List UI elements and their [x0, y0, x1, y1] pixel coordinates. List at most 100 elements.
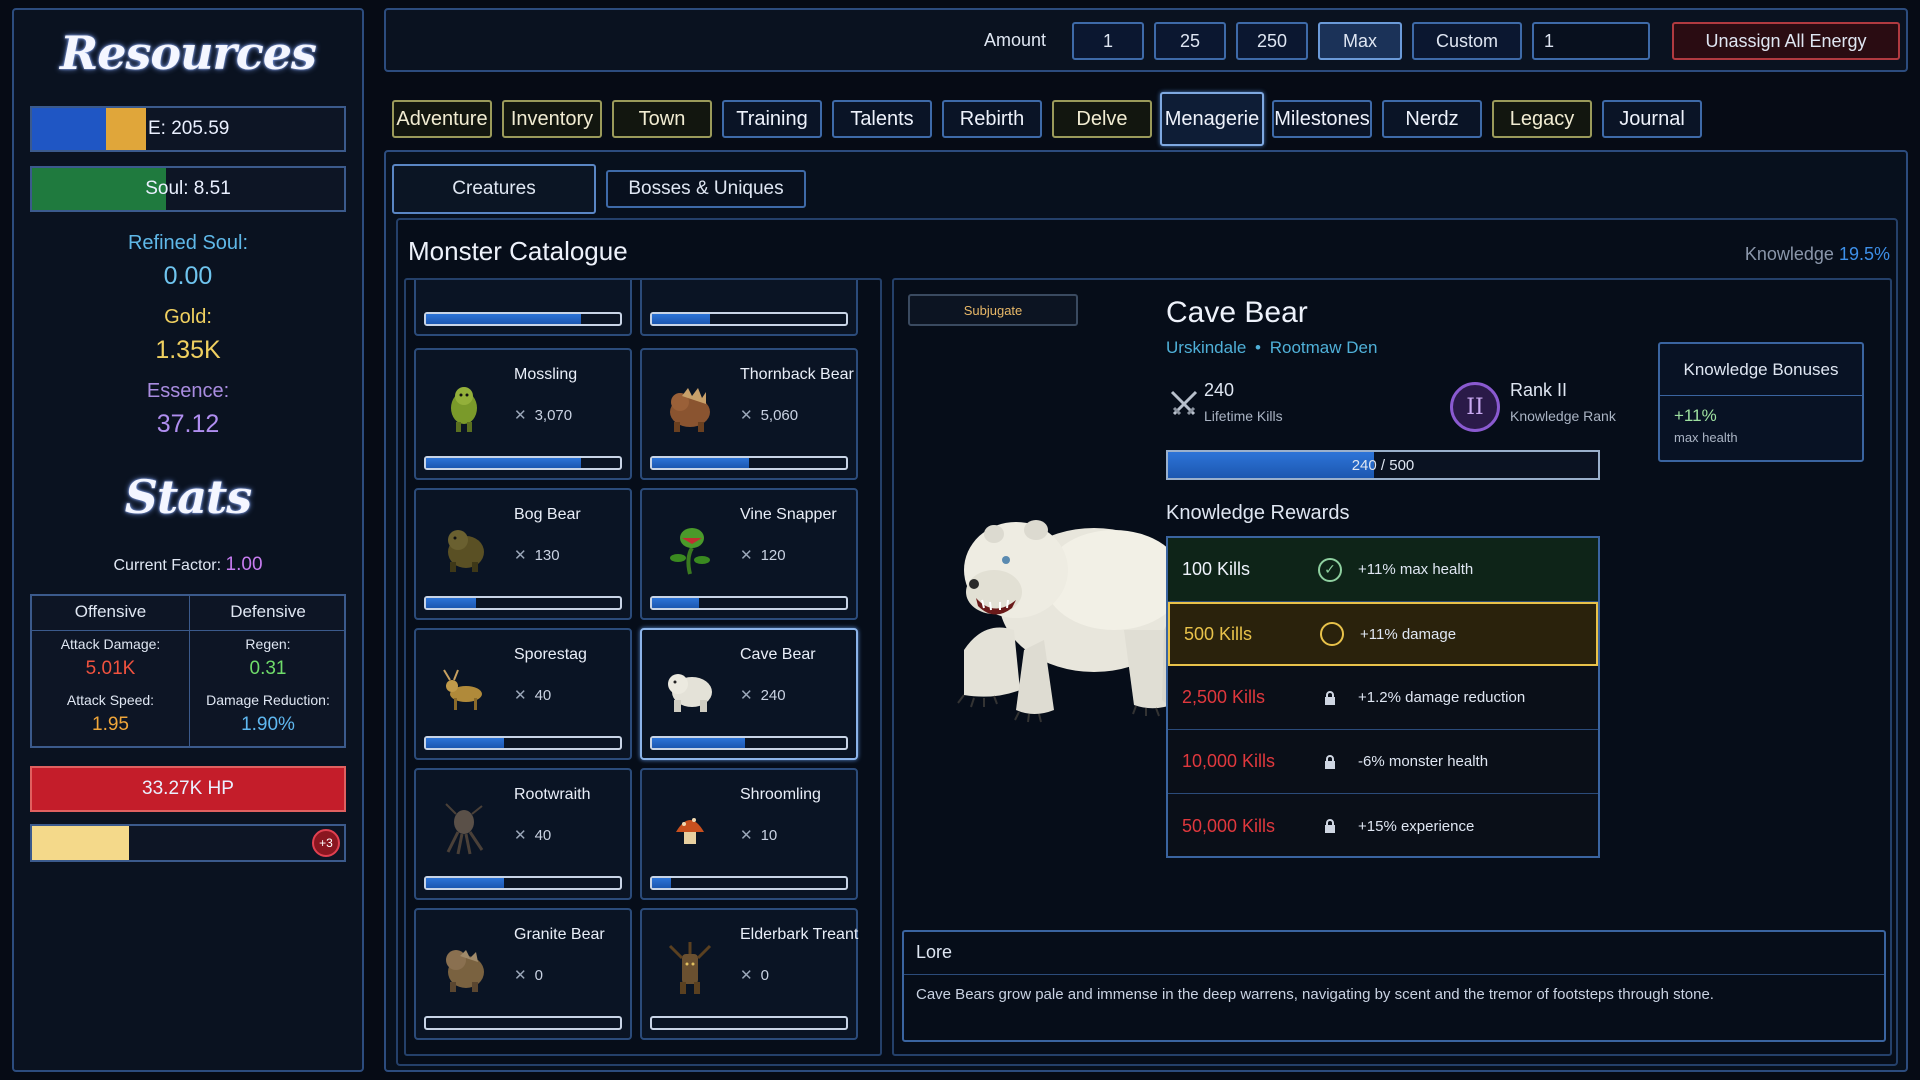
creature-card-cave-bear[interactable]: Cave Bear ✕ 240 — [640, 628, 858, 760]
soul-bar: Soul: 8.51 — [30, 166, 346, 212]
resources-title: Resources — [60, 26, 317, 80]
kills-icon: ✕ — [514, 547, 527, 564]
tab-rebirth[interactable]: Rebirth — [942, 100, 1042, 138]
unassign-all-energy-button[interactable]: Unassign All Energy — [1672, 22, 1900, 60]
bonus-value: +11% — [1674, 406, 1717, 425]
creature-card-partial[interactable] — [640, 280, 858, 336]
tab-milestones[interactable]: Milestones — [1272, 100, 1372, 138]
creature-progress — [424, 736, 622, 750]
xp-fill — [32, 826, 129, 860]
creature-card-elderbark-treant[interactable]: Elderbark Treant ✕ 0 — [640, 908, 858, 1040]
amount-25-button[interactable]: 25 — [1154, 22, 1226, 60]
subtab-creatures[interactable]: Creatures — [392, 164, 596, 214]
gold-value: 1.35K — [155, 336, 221, 364]
creature-name: Vine Snapper — [740, 506, 837, 523]
reward-desc: +1.2% damage reduction — [1358, 689, 1526, 706]
creature-progress — [424, 456, 622, 470]
hp-bar: 33.27K HP — [30, 766, 346, 812]
knowledge-bonuses-panel: Knowledge Bonuses +11% max health — [1658, 342, 1864, 462]
creature-card-mossling[interactable]: Mossling ✕ 3,070 — [414, 348, 632, 480]
creature-detail: Subjugate Cave Bear Urskindale • Rootmaw… — [892, 278, 1892, 1056]
current-factor-value: 1.00 — [225, 554, 263, 575]
knowledge-value: 19.5% — [1838, 244, 1890, 264]
current-factor: Current Factor: 1.00 — [14, 554, 362, 576]
left-panel: Resources E: 205.59 Soul: 8.51 Refined S… — [12, 8, 364, 1072]
kills-icon: ✕ — [740, 827, 753, 844]
tab-delve[interactable]: Delve — [1052, 100, 1152, 138]
attack-damage-value: 5.01K — [85, 658, 136, 679]
lifetime-kills-label: Lifetime Kills — [1204, 408, 1283, 424]
creature-name: Mossling — [514, 366, 578, 383]
bonus-label: max health — [1674, 430, 1738, 445]
tab-talents[interactable]: Talents — [832, 100, 932, 138]
essence-label: Essence: — [146, 380, 230, 402]
xp-bar: +3 — [30, 824, 346, 862]
amount-custom-button[interactable]: Custom — [1412, 22, 1522, 60]
custom-amount-input[interactable]: 1 — [1532, 22, 1650, 60]
creature-kills: ✕ 40 — [514, 827, 552, 844]
creature-name: Cave Bear — [740, 646, 816, 663]
tab-menagerie[interactable]: Menagerie — [1160, 92, 1264, 146]
thornback-bear-icon — [670, 388, 710, 432]
attack-damage-label: Attack Damage: — [60, 636, 161, 652]
bog-bear-icon — [448, 530, 484, 572]
creature-card-granite-bear[interactable]: Granite Bear ✕ 0 — [414, 908, 632, 1040]
mossling-icon — [451, 387, 477, 432]
tab-town[interactable]: Town — [612, 100, 712, 138]
damage-reduction-label: Damage Reduction: — [206, 692, 330, 708]
granite-bear-icon — [446, 950, 484, 992]
tab-adventure[interactable]: Adventure — [392, 100, 492, 138]
regen-label: Regen: — [245, 636, 291, 652]
kills-icon: ✕ — [514, 827, 527, 844]
amount-1-button[interactable]: 1 — [1072, 22, 1144, 60]
kills-icon: ✕ — [740, 687, 753, 704]
creature-list[interactable]: Mossling ✕ 3,070 Thornback Bear ✕ 5,060 Bo… — [404, 278, 882, 1056]
creature-kills: ✕ 10 — [740, 827, 778, 844]
knowledge-progress-text: 240 / 500 — [1351, 456, 1415, 474]
location-name: Rootmaw Den — [1269, 338, 1378, 357]
creature-card-bog-bear[interactable]: Bog Bear ✕ 130 — [414, 488, 632, 620]
creature-kills: ✕ 40 — [514, 687, 552, 704]
elderbark-treant-icon — [668, 942, 712, 994]
energy-bar: E: 205.59 — [30, 106, 346, 152]
knowledge-rank-value: Rank II — [1510, 380, 1568, 400]
creature-kills: ✕ 120 — [740, 547, 786, 564]
amount-250-button[interactable]: 250 — [1236, 22, 1308, 60]
top-bar: Amount 1 25 250 Max Custom 1 Unassign Al… — [384, 8, 1908, 72]
separator-dot: • — [1255, 338, 1261, 357]
reward-kills: 10,000 Kills — [1182, 751, 1276, 771]
lock-icon — [1318, 814, 1342, 838]
xp-badge[interactable]: +3 — [312, 829, 340, 857]
reward-desc: +11% damage — [1360, 625, 1457, 643]
tab-inventory[interactable]: Inventory — [502, 100, 602, 138]
reward-row: 50,000 Kills +15% experience — [1168, 794, 1598, 856]
subjugate-button[interactable]: Subjugate — [908, 294, 1078, 326]
subtab-bosses-uniques[interactable]: Bosses & Uniques — [606, 170, 806, 208]
lore-title: Lore — [916, 942, 953, 962]
stats-title: Stats — [124, 470, 252, 524]
current-factor-label: Current Factor: — [113, 557, 222, 574]
kills-icon: ✕ — [514, 407, 527, 424]
cave-bear-icon — [668, 674, 712, 712]
tab-training[interactable]: Training — [722, 100, 822, 138]
menagerie-panel: Creatures Bosses & Uniques Monster Catal… — [384, 150, 1908, 1072]
creature-card-shroomling[interactable]: Shroomling ✕ 10 — [640, 768, 858, 900]
amount-max-button[interactable]: Max — [1318, 22, 1402, 60]
reward-kills: 100 Kills — [1182, 559, 1251, 579]
tab-legacy[interactable]: Legacy — [1492, 100, 1592, 138]
tab-nerdz[interactable]: Nerdz — [1382, 100, 1482, 138]
energy-label: E: 205.59 — [148, 118, 230, 139]
creature-card-rootwraith[interactable]: Rootwraith ✕ 40 — [414, 768, 632, 900]
reward-desc: -6% monster health — [1358, 753, 1489, 770]
creature-card-partial[interactable] — [414, 280, 632, 336]
tab-journal[interactable]: Journal — [1602, 100, 1702, 138]
refined-soul-label: Refined Soul: — [127, 232, 249, 254]
creature-card-vine-snapper[interactable]: Vine Snapper ✕ 120 — [640, 488, 858, 620]
reward-row: 10,000 Kills -6% monster health — [1168, 730, 1598, 794]
creature-name: Bog Bear — [514, 506, 581, 523]
catalogue-title: Monster Catalogue — [408, 236, 628, 266]
sporestag-icon — [443, 669, 482, 710]
creature-card-thornback-bear[interactable]: Thornback Bear ✕ 5,060 — [640, 348, 858, 480]
creature-card-sporestag[interactable]: Sporestag ✕ 40 — [414, 628, 632, 760]
creature-progress — [650, 876, 848, 890]
